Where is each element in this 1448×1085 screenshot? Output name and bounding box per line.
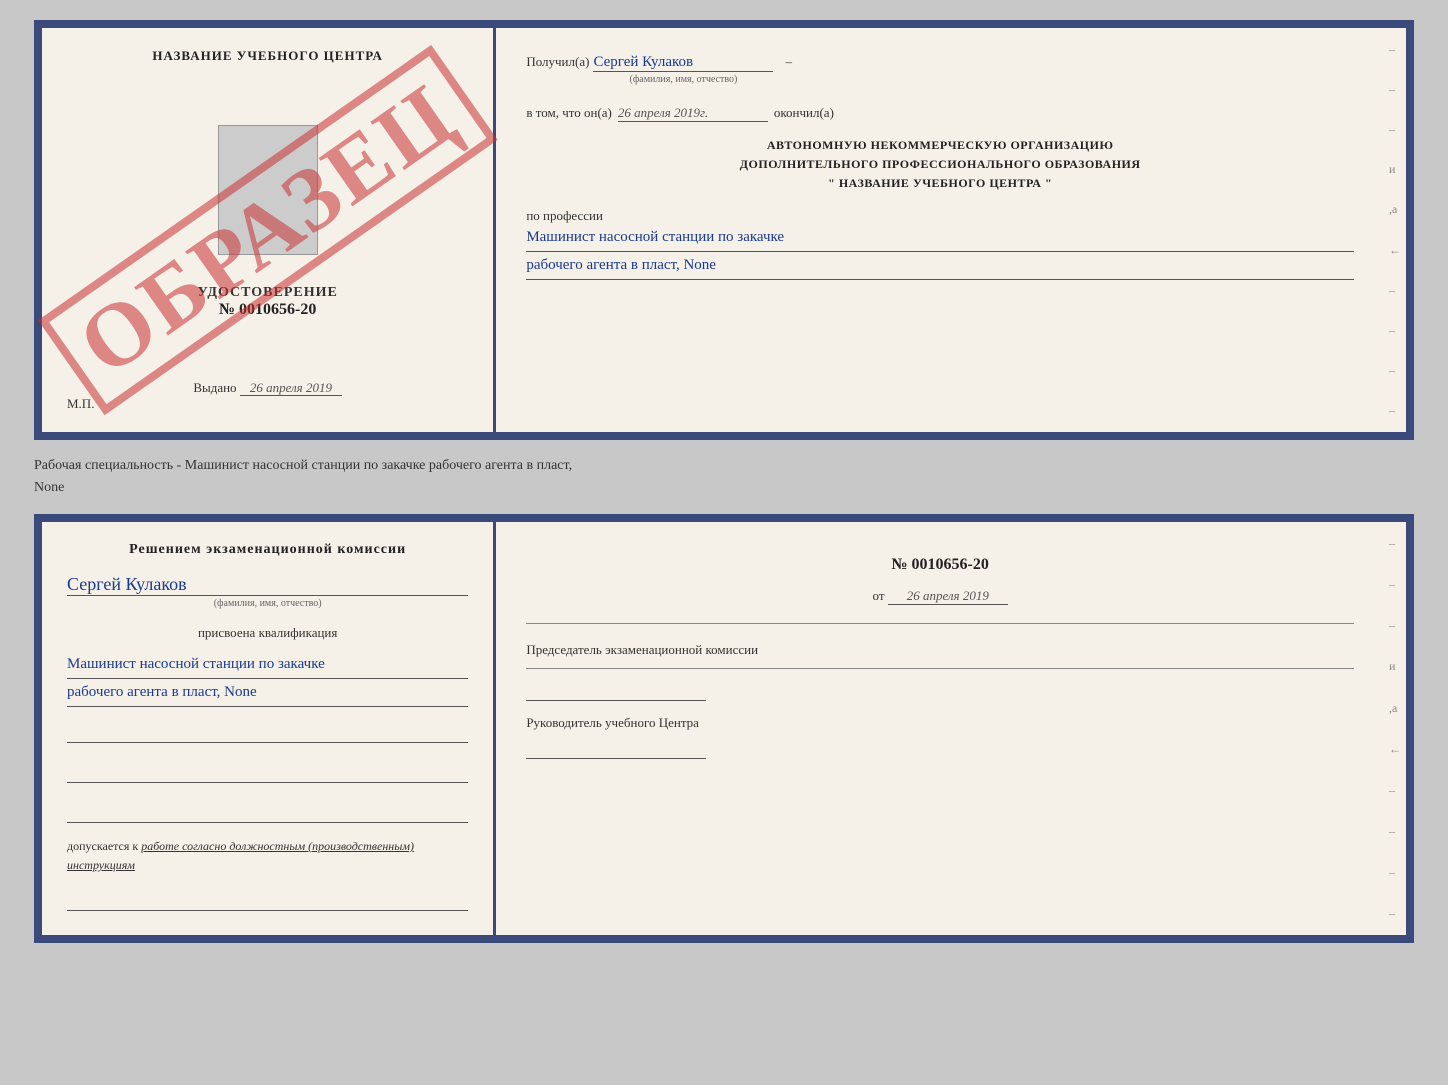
cert-photo xyxy=(218,125,318,255)
profession-line2: рабочего агента в пласт, None xyxy=(526,252,1354,280)
director-block: Руководитель учебного Центра xyxy=(526,715,1354,759)
org-line2: ДОПОЛНИТЕЛЬНОГО ПРОФЕССИОНАЛЬНОГО ОБРАЗО… xyxy=(526,155,1354,174)
cert-mp: М.П. xyxy=(67,396,94,412)
bottom-doc-left: Решением экзаменационной комиссии Сергей… xyxy=(42,522,496,935)
protocol-number: № 0010656-20 xyxy=(526,556,1354,574)
допускается-block: допускается к работе согласно должностны… xyxy=(67,837,468,875)
date-block: в том, что он(а) 26 апреля 2019г. окончи… xyxy=(526,105,1354,122)
допускается-label: допускается к xyxy=(67,839,138,853)
commission-name: Сергей Кулаков xyxy=(67,574,468,596)
dash-line-1 xyxy=(526,623,1354,624)
commission-title: Решением экзаменационной комиссии xyxy=(67,542,468,558)
finished-label: окончил(а) xyxy=(774,105,834,121)
date-prefix: от xyxy=(873,588,885,603)
director-signature-line xyxy=(526,737,706,759)
underline-3 xyxy=(67,801,468,823)
underline-1 xyxy=(67,721,468,743)
issued-date: 26 апреля 2019 xyxy=(240,380,342,396)
recipient-name-subtext: (фамилия, имя, отчество) xyxy=(593,74,773,85)
chairman-block: Председатель экзаменационной комиссии xyxy=(526,642,1354,701)
cert-issued: Выдано 26 апреля 2019 xyxy=(193,380,342,396)
qual-line1: Машинист насосной станции по закачке xyxy=(67,651,468,679)
commission-name-subtext: (фамилия, имя, отчество) xyxy=(67,598,468,609)
bottom-document: Решением экзаменационной комиссии Сергей… xyxy=(34,514,1414,943)
profession-label: по профессии xyxy=(526,208,1354,224)
recipient-name: Сергей Кулаков xyxy=(593,54,773,72)
bottom-right-side-dashes: – – – и ,а ← – – – – xyxy=(1384,522,1406,935)
document-container: НАЗВАНИЕ УЧЕБНОГО ЦЕНТРА УДОСТОВЕРЕНИЕ №… xyxy=(34,20,1414,943)
qual-line2: рабочего агента в пласт, None xyxy=(67,679,468,707)
middle-text-block: Рабочая специальность - Машинист насосно… xyxy=(34,452,1414,502)
bottom-doc-right-wrapper: № 0010656-20 от 26 апреля 2019 Председат… xyxy=(496,522,1406,935)
issued-label: Выдано xyxy=(193,380,236,395)
profession-block: по профессии Машинист насосной станции п… xyxy=(526,208,1354,280)
bottom-doc-right: № 0010656-20 от 26 апреля 2019 Председат… xyxy=(496,522,1384,935)
top-right-side-dashes: – – – и ,а ← – – – – xyxy=(1384,28,1406,432)
chairman-label: Председатель экзаменационной комиссии xyxy=(526,642,1354,658)
org-line1: АВТОНОМНУЮ НЕКОММЕРЧЕСКУЮ ОРГАНИЗАЦИЮ xyxy=(526,136,1354,155)
recipient-name-block: Сергей Кулаков (фамилия, имя, отчество) xyxy=(593,54,773,85)
top-doc-right-wrapper: Получил(а) Сергей Кулаков (фамилия, имя,… xyxy=(496,28,1406,432)
protocol-date: от 26 апреля 2019 xyxy=(526,588,1354,605)
cert-number-block: УДОСТОВЕРЕНИЕ № 0010656-20 xyxy=(197,285,337,319)
date-value: 26 апреля 2019г. xyxy=(618,105,768,122)
top-document: НАЗВАНИЕ УЧЕБНОГО ЦЕНТРА УДОСТОВЕРЕНИЕ №… xyxy=(34,20,1414,440)
dash-line-2 xyxy=(526,668,1354,669)
chairman-signature-line xyxy=(526,679,706,701)
underline-2 xyxy=(67,761,468,783)
received-label: Получил(а) xyxy=(526,54,589,70)
underline-4 xyxy=(67,889,468,911)
cert-title: НАЗВАНИЕ УЧЕБНОГО ЦЕНТРА xyxy=(152,48,383,64)
top-doc-left: НАЗВАНИЕ УЧЕБНОГО ЦЕНТРА УДОСТОВЕРЕНИЕ №… xyxy=(42,28,496,432)
profession-line1: Машинист насосной станции по закачке xyxy=(526,224,1354,252)
middle-text-line2: None xyxy=(34,474,1414,502)
org-line3: " НАЗВАНИЕ УЧЕБНОГО ЦЕНТРА " xyxy=(526,174,1354,193)
commission-name-block: Сергей Кулаков (фамилия, имя, отчество) xyxy=(67,574,468,609)
qual-label: присвоена квалификация xyxy=(67,625,468,641)
cert-label: УДОСТОВЕРЕНИЕ xyxy=(197,285,337,301)
org-block: АВТОНОМНУЮ НЕКОММЕРЧЕСКУЮ ОРГАНИЗАЦИЮ ДО… xyxy=(526,136,1354,194)
top-doc-right: Получил(а) Сергей Кулаков (фамилия, имя,… xyxy=(496,28,1384,432)
date-label: в том, что он(а) xyxy=(526,105,612,121)
director-label: Руководитель учебного Центра xyxy=(526,715,1354,731)
qual-block: Машинист насосной станции по закачке раб… xyxy=(67,651,468,707)
cert-number: № 0010656-20 xyxy=(197,301,337,319)
protocol-date-value: 26 апреля 2019 xyxy=(888,588,1008,605)
dash-separator: – xyxy=(785,54,792,70)
received-block: Получил(а) Сергей Кулаков (фамилия, имя,… xyxy=(526,48,1354,91)
